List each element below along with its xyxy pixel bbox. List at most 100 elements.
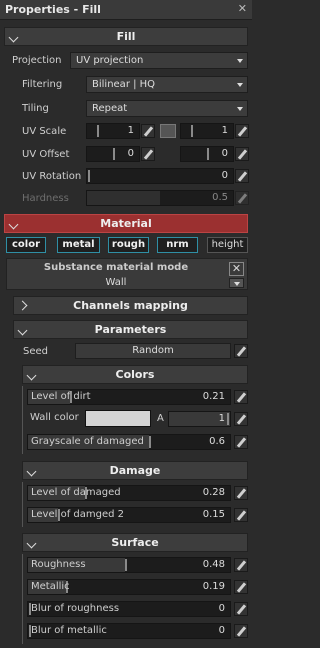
remove-material-icon[interactable]: ✕: [229, 262, 244, 276]
dropdown-arrow-icon: [237, 107, 243, 111]
chip-nrm[interactable]: nrm: [157, 237, 198, 253]
panel-title-bar: Properties - Fill ✕: [0, 0, 252, 20]
metallic-label: Metallic: [31, 581, 70, 592]
grayscale-damaged-label: Grayscale of damaged: [31, 436, 144, 447]
level-of-damaged-value: 0.28: [202, 487, 225, 498]
dropdown-arrow-icon: [237, 59, 243, 63]
chip-height[interactable]: height: [207, 237, 248, 253]
projection-label: Projection: [12, 55, 62, 66]
roughness-slider[interactable]: Roughness 0.48: [27, 557, 231, 573]
uv-scale-u-value: 1: [127, 125, 134, 136]
edit-icon[interactable]: [235, 169, 249, 183]
lock-icon[interactable]: [160, 124, 176, 138]
level-of-dirt-value: 0.21: [202, 391, 225, 402]
slider-handle[interactable]: [191, 125, 193, 137]
edit-icon[interactable]: [234, 558, 248, 572]
filtering-dropdown[interactable]: Bilinear | HQ: [86, 76, 248, 93]
chevron-down-icon: [8, 219, 19, 230]
blur-roughness-slider[interactable]: Blur of roughness 0: [27, 601, 231, 617]
grayscale-damaged-slider[interactable]: Grayscale of damaged 0.6: [27, 434, 231, 450]
uv-scale-u-field[interactable]: 1: [86, 123, 140, 139]
slider-handle[interactable]: [207, 148, 209, 160]
edit-icon[interactable]: [234, 412, 248, 426]
hardness-label: Hardness: [22, 193, 69, 204]
edit-icon[interactable]: [141, 124, 155, 138]
blur-metallic-slider[interactable]: Blur of metallic 0: [27, 623, 231, 639]
hardness-value: 0.5: [212, 192, 228, 203]
edit-icon[interactable]: [234, 624, 248, 638]
edit-icon[interactable]: [234, 602, 248, 616]
material-mode-title: Substance material mode: [43, 262, 189, 273]
uv-scale-v-field[interactable]: 1: [180, 123, 234, 139]
level-of-damged-2-value: 0.15: [202, 509, 225, 520]
level-of-damged-2-label: Level of damged 2: [31, 509, 124, 520]
chip-color[interactable]: color: [6, 237, 46, 253]
projection-dropdown[interactable]: UV projection: [70, 52, 248, 69]
edit-icon[interactable]: [235, 124, 249, 138]
chevron-right-icon: [17, 300, 28, 311]
chevron-down-icon: [26, 538, 37, 549]
edit-icon[interactable]: [234, 390, 248, 404]
edit-icon[interactable]: [234, 580, 248, 594]
blur-roughness-value: 0: [218, 603, 225, 614]
slider-handle[interactable]: [227, 413, 229, 425]
seed-random-button[interactable]: Random: [75, 343, 231, 359]
hardness-field: 0.5: [86, 190, 234, 206]
uv-rotation-field[interactable]: 0: [86, 168, 234, 184]
slider-handle[interactable]: [113, 148, 115, 160]
wall-color-swatch[interactable]: [85, 410, 151, 427]
tiling-value: Repeat: [92, 103, 128, 114]
alpha-value: 1: [218, 413, 225, 424]
filtering-value: Bilinear | HQ: [92, 79, 156, 90]
material-mode-value[interactable]: Wall: [7, 277, 225, 288]
damage-header[interactable]: Damage: [22, 461, 248, 480]
filtering-label: Filtering: [22, 79, 63, 90]
edit-icon[interactable]: [234, 508, 248, 522]
slider-handle[interactable]: [149, 436, 152, 448]
uv-rotation-value: 0: [221, 170, 228, 181]
group-line: [22, 554, 23, 644]
fill-section-title: Fill: [116, 30, 136, 43]
tiling-dropdown[interactable]: Repeat: [86, 100, 248, 117]
alpha-field[interactable]: 1: [168, 411, 231, 427]
chip-rough[interactable]: rough: [108, 237, 149, 253]
level-of-dirt-slider[interactable]: Level of dirt 0.21: [27, 389, 231, 405]
parameters-header[interactable]: Parameters: [13, 320, 248, 339]
material-section-header[interactable]: Material: [4, 214, 248, 233]
wall-color-label: Wall color: [30, 412, 79, 423]
dropdown-arrow-icon[interactable]: [229, 278, 244, 288]
uv-offset-v-field[interactable]: 0: [180, 146, 234, 162]
edit-icon[interactable]: [141, 147, 155, 161]
fill-section-header[interactable]: Fill: [4, 27, 248, 46]
close-icon[interactable]: ✕: [238, 2, 247, 15]
uv-offset-u-field[interactable]: 0: [86, 146, 140, 162]
edit-icon[interactable]: [235, 147, 249, 161]
chevron-down-icon: [8, 32, 19, 43]
slider-handle[interactable]: [97, 125, 99, 137]
edit-icon[interactable]: [234, 486, 248, 500]
chevron-down-icon: [26, 466, 37, 477]
chevron-down-icon: [26, 370, 37, 381]
slider-handle[interactable]: [124, 559, 127, 571]
seed-label: Seed: [23, 346, 48, 357]
slider-handle[interactable]: [88, 170, 90, 182]
channels-mapping-title: Channels mapping: [73, 299, 188, 312]
level-of-damged-2-slider[interactable]: Level of damged 2 0.15: [27, 507, 231, 523]
edit-icon[interactable]: [234, 435, 248, 449]
colors-header[interactable]: Colors: [22, 365, 248, 384]
edit-icon[interactable]: [234, 344, 248, 358]
chip-metal[interactable]: metal: [57, 237, 100, 253]
level-of-dirt-label: Level of dirt: [31, 391, 91, 402]
uv-rotation-label: UV Rotation: [22, 171, 82, 182]
group-line: [22, 386, 23, 454]
roughness-value: 0.48: [202, 559, 225, 570]
blur-metallic-value: 0: [218, 625, 225, 636]
edit-icon: [235, 191, 249, 205]
level-of-damaged-label: Level of damaged: [31, 487, 121, 498]
dropdown-arrow-icon: [237, 83, 243, 87]
channels-mapping-header[interactable]: Channels mapping: [13, 296, 248, 315]
metallic-slider[interactable]: Metallic 0.19: [27, 579, 231, 595]
level-of-damaged-slider[interactable]: Level of damaged 0.28: [27, 485, 231, 501]
surface-header[interactable]: Surface: [22, 533, 248, 552]
parameters-title: Parameters: [94, 323, 167, 336]
